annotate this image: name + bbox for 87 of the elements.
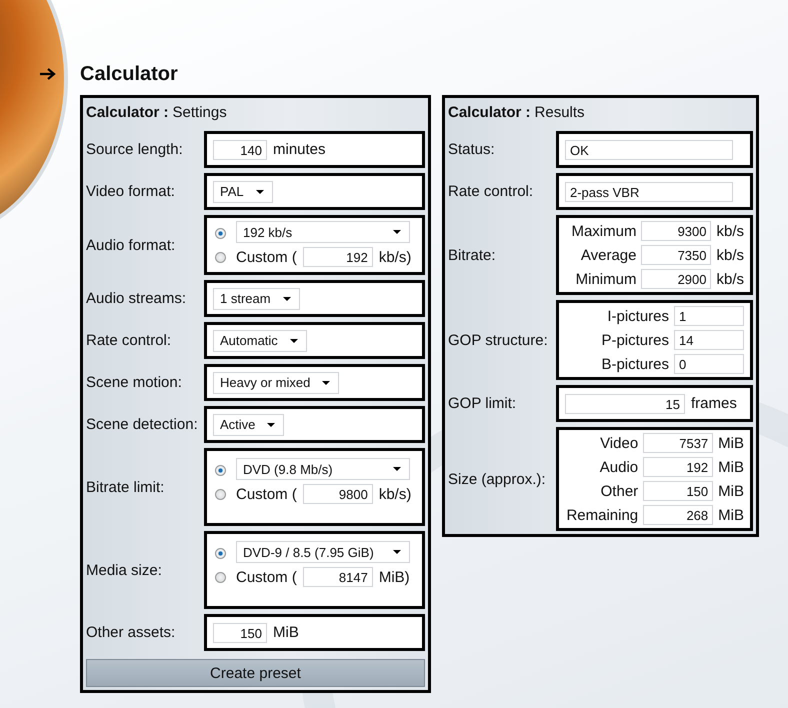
radio-label: Custom ( [236, 486, 297, 502]
caret-icon [267, 422, 276, 426]
output-field: 268 [643, 505, 714, 525]
output-field: 0 [674, 354, 744, 374]
output-field: 150 [643, 481, 714, 501]
caret-icon [393, 550, 401, 554]
arrow-icon [40, 68, 56, 80]
radio-button[interactable] [215, 464, 226, 476]
dropdown[interactable]: Heavy or mixed [213, 372, 340, 394]
output-field: 1 [674, 306, 744, 326]
unit-label: MiB) [378, 568, 410, 586]
create-preset-button[interactable]: Create preset [86, 659, 425, 687]
sub-label: Average [580, 246, 636, 264]
radio-button[interactable] [215, 572, 226, 582]
field-label: Source length: [86, 141, 184, 158]
sub-label: Audio [598, 458, 638, 476]
radio-button[interactable] [215, 228, 226, 238]
field-label: GOP structure: [448, 332, 549, 348]
dropdown[interactable]: 192 kb/s [236, 221, 410, 243]
field-label: Scene detection: [86, 416, 199, 433]
radio-button[interactable] [215, 548, 226, 558]
output-field: 7350 [641, 245, 712, 265]
output-field: 14 [674, 330, 744, 350]
sub-label: Maximum [570, 222, 636, 240]
field-label: Other assets: [86, 624, 176, 641]
unit-label: kb/s) [378, 486, 412, 502]
caret-icon [290, 338, 298, 342]
output-field: 2-pass VBR [565, 182, 733, 202]
dropdown[interactable]: DVD-9 / 8.5 (7.95 GiB) [236, 541, 410, 563]
field-label: Rate control: [86, 332, 172, 349]
field-label: Audio format: [86, 236, 176, 254]
output-field: 192 [643, 457, 714, 477]
dropdown[interactable]: DVD (9.8 Mb/s) [236, 458, 410, 480]
caret-icon [322, 380, 330, 384]
unit-label: MiB [718, 458, 744, 476]
caret-icon [393, 467, 401, 471]
panel-title: Calculator : Results [448, 102, 586, 122]
output-field: 7537 [643, 433, 714, 453]
field-label: Media size: [86, 562, 163, 578]
unit-label: kb/s [716, 222, 744, 240]
unit-label: kb/s [716, 270, 744, 288]
input-field[interactable]: 9800 [302, 484, 373, 504]
output-field: OK [565, 140, 733, 160]
page-title: Calculator [80, 62, 178, 86]
unit-label: kb/s [716, 246, 744, 264]
input-field[interactable]: 192 [302, 247, 373, 267]
sub-label: P-pictures [600, 332, 669, 348]
output-field: 9300 [641, 221, 712, 241]
caret-icon [393, 230, 401, 234]
input-field[interactable]: 140 [213, 140, 267, 160]
unit-label: MiB [718, 434, 744, 452]
field-label: GOP limit: [448, 395, 518, 412]
panel-title: Calculator : Settings [86, 102, 228, 122]
output-field: 15 [565, 394, 685, 414]
dropdown[interactable]: Automatic [213, 330, 307, 352]
output-field: 2900 [641, 269, 712, 289]
sub-label: I-pictures [606, 308, 669, 324]
input-field[interactable]: 150 [213, 622, 267, 642]
unit-label: MiB [273, 624, 299, 641]
field-label: Size (approx.): [448, 470, 547, 488]
input-field[interactable]: 8147 [302, 567, 373, 587]
radio-button[interactable] [215, 252, 226, 262]
radio-label: Custom ( [236, 568, 297, 586]
unit-label: MiB [718, 506, 744, 524]
unit-label: frames [691, 395, 737, 412]
radio-label: Custom ( [236, 248, 297, 266]
dropdown[interactable]: 1 stream [213, 288, 300, 310]
radio-button[interactable] [215, 488, 226, 500]
sub-label: B-pictures [600, 356, 669, 372]
caret-icon [256, 190, 264, 194]
field-label: Scene motion: [86, 374, 183, 391]
field-label: Audio streams: [86, 290, 188, 307]
unit-label: MiB [718, 482, 744, 500]
caret-icon [282, 296, 291, 300]
field-label: Status: [448, 141, 496, 158]
field-label: Bitrate: [448, 246, 497, 264]
sub-label: Minimum [574, 270, 636, 288]
sub-label: Other [600, 482, 638, 500]
unit-label: minutes [273, 141, 326, 158]
dropdown[interactable]: Active [213, 414, 284, 436]
dropdown[interactable]: PAL [213, 180, 273, 202]
sub-label: Video [599, 434, 638, 452]
field-label: Bitrate limit: [86, 478, 166, 496]
unit-label: kb/s) [378, 248, 412, 266]
sub-label: Remaining [565, 506, 638, 524]
field-label: Rate control: [448, 183, 534, 200]
field-label: Video format: [86, 183, 176, 200]
